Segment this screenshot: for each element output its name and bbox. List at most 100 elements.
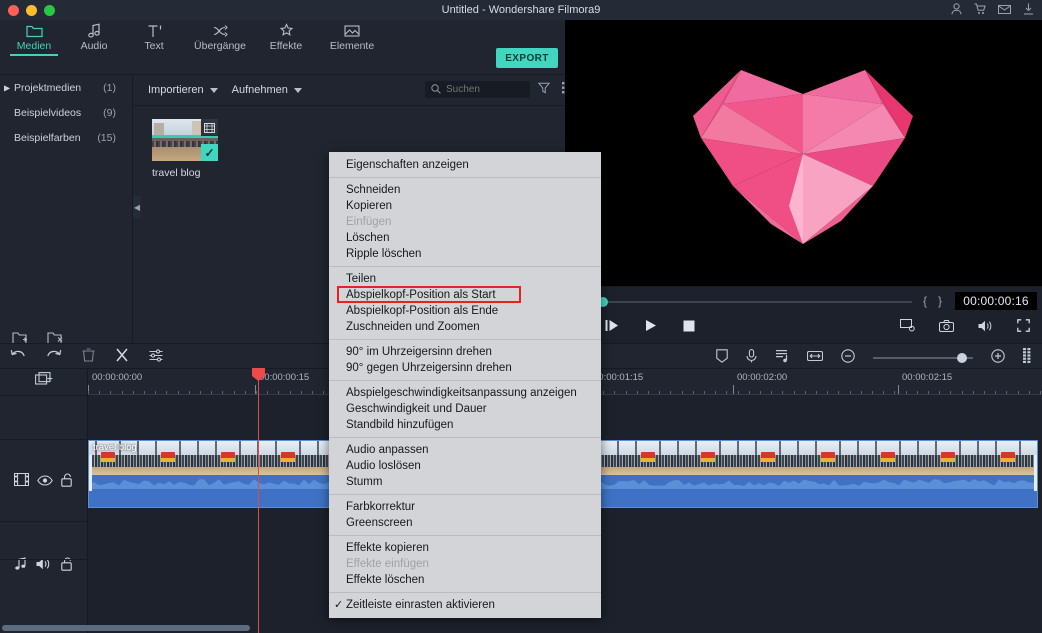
play-icon[interactable]: [645, 319, 657, 337]
tab-label: Audio: [80, 40, 108, 52]
menu-item[interactable]: Farbkorrektur: [329, 499, 601, 515]
menu-item[interactable]: Teilen: [329, 271, 601, 287]
eye-icon[interactable]: [37, 473, 53, 491]
add-track-button[interactable]: [0, 369, 88, 395]
media-item[interactable]: ✓ travel blog: [152, 119, 224, 179]
title-bar: Untitled - Wondershare Filmora9: [0, 0, 1042, 20]
tab-effekte[interactable]: Effekte: [256, 20, 316, 52]
redo-icon[interactable]: [46, 348, 62, 367]
tab-medien[interactable]: Medien: [4, 20, 64, 56]
menu-item[interactable]: Schneiden: [329, 182, 601, 198]
menu-item[interactable]: Löschen: [329, 230, 601, 246]
cart-icon[interactable]: [974, 3, 986, 15]
fit-timeline-icon[interactable]: [806, 349, 824, 367]
menu-separator: [329, 266, 601, 267]
menu-item[interactable]: Zeitleiste einrasten aktivieren: [329, 597, 601, 613]
video-preview[interactable]: [565, 20, 1042, 286]
timeline-horizontal-scrollbar[interactable]: [2, 625, 250, 631]
export-button[interactable]: EXPORT: [496, 48, 558, 68]
menu-separator: [329, 592, 601, 593]
account-icon[interactable]: [951, 3, 962, 15]
timeline-options-icon[interactable]: [1023, 348, 1034, 368]
menu-item[interactable]: Ripple löschen: [329, 246, 601, 262]
track-controls-video[interactable]: [0, 469, 88, 495]
menu-item[interactable]: Abspielkopf-Position als Ende: [329, 303, 601, 319]
preview-panel: { } 00:00:00:16: [565, 20, 1042, 343]
delete-icon[interactable]: [82, 348, 95, 367]
preview-scrubber[interactable]: { } 00:00:00:16: [565, 288, 1042, 314]
search-input[interactable]: [446, 84, 526, 95]
tab-audio[interactable]: Audio: [64, 20, 124, 52]
timeline-zoom-slider[interactable]: [873, 350, 973, 366]
display-settings-icon[interactable]: [900, 319, 915, 337]
panel-collapse-handle[interactable]: ◀: [133, 196, 141, 218]
undo-icon[interactable]: [10, 348, 26, 367]
sidebar-item-projektmedien[interactable]: ▶ Projektmedien (1): [0, 75, 132, 100]
mark-out-icon[interactable]: }: [938, 294, 942, 308]
sidebar-item-beispielfarben[interactable]: Beispielfarben (15): [0, 125, 132, 150]
scrubber-track[interactable]: [602, 301, 912, 303]
unlock-icon[interactable]: [61, 473, 74, 492]
menu-item[interactable]: Effekte kopieren: [329, 540, 601, 556]
zoom-out-button[interactable]: [841, 348, 855, 368]
module-tabs: Medien Audio Text Übergänge Effekte Elem…: [0, 20, 565, 56]
menu-item[interactable]: Stumm: [329, 474, 601, 490]
menu-item: Einfügen: [346, 216, 392, 228]
tab-text[interactable]: Text: [124, 20, 184, 52]
clip-context-menu[interactable]: Eigenschaften anzeigen Schneiden Kopieren E…: [329, 152, 601, 618]
menu-item[interactable]: Effekte löschen: [329, 572, 601, 588]
snapshot-icon[interactable]: [939, 319, 954, 337]
volume-icon[interactable]: [978, 319, 993, 337]
menu-item[interactable]: 90° im Uhrzeigersinn drehen: [329, 344, 601, 360]
record-label: Aufnehmen: [231, 84, 288, 96]
menu-item[interactable]: Audio loslösen: [329, 458, 601, 474]
media-thumbnail[interactable]: ✓: [152, 119, 218, 161]
mark-in-icon[interactable]: {: [923, 294, 927, 308]
step-play-icon[interactable]: [605, 319, 619, 337]
mail-icon[interactable]: [998, 4, 1011, 15]
microphone-icon[interactable]: [746, 348, 757, 368]
sidebar-item-beispielvideos[interactable]: Beispielvideos (9): [0, 100, 132, 125]
clip-trim-handle-right[interactable]: [1034, 455, 1037, 491]
import-button[interactable]: Importieren: [148, 84, 218, 96]
tab-uebergaenge[interactable]: Übergänge: [184, 20, 256, 52]
marker-icon[interactable]: [716, 348, 728, 368]
preview-timecode[interactable]: 00:00:00:16: [955, 292, 1037, 310]
folder-icon: [4, 22, 64, 39]
filter-icon[interactable]: [537, 81, 551, 99]
search-icon: [431, 81, 441, 99]
elements-icon: [316, 22, 388, 39]
menu-item[interactable]: Greenscreen: [329, 515, 601, 531]
library-sidebar: ▶ Projektmedien (1) Beispielvideos (9) B…: [0, 75, 133, 363]
menu-item: Effekte einfügen: [346, 558, 429, 570]
chevron-down-icon: [209, 87, 218, 93]
settings-icon[interactable]: [149, 348, 163, 367]
search-box[interactable]: [425, 81, 530, 98]
menu-item[interactable]: Geschwindigkeit und Dauer: [329, 401, 601, 417]
media-toolbar-divider: [134, 105, 565, 106]
sidebar-item-count: (1): [103, 81, 116, 94]
menu-item[interactable]: Audio anpassen: [329, 442, 601, 458]
menu-item[interactable]: Standbild hinzufügen: [329, 417, 601, 433]
fullscreen-icon[interactable]: [1017, 319, 1030, 337]
audio-mixer-icon[interactable]: [775, 349, 789, 368]
add-track-icon: [34, 372, 53, 392]
menu-item[interactable]: Kopieren: [329, 198, 601, 214]
download-icon[interactable]: [1023, 3, 1034, 15]
clip-trim-handle-left[interactable]: [89, 455, 92, 491]
heart-graphic: [693, 70, 913, 244]
record-button[interactable]: Aufnehmen: [232, 84, 302, 96]
track-controls-audio[interactable]: [0, 553, 88, 579]
menu-item[interactable]: Eigenschaften anzeigen: [329, 157, 601, 173]
stop-icon[interactable]: [683, 319, 695, 337]
video-track-icon[interactable]: [14, 473, 29, 491]
menu-item[interactable]: Abspielgeschwindigkeitsanpassung anzeige…: [329, 385, 601, 401]
menu-item[interactable]: Abspielkopf-Position als Start: [329, 287, 601, 303]
film-icon: [201, 119, 218, 136]
zoom-slider-handle[interactable]: [957, 353, 967, 363]
split-icon[interactable]: [115, 348, 129, 367]
menu-item[interactable]: Zuschneiden und Zoomen: [329, 319, 601, 335]
zoom-in-button[interactable]: [991, 348, 1005, 368]
menu-item[interactable]: 90° gegen Uhrzeigersinn drehen: [329, 360, 601, 376]
tab-elemente[interactable]: Elemente: [316, 20, 388, 52]
